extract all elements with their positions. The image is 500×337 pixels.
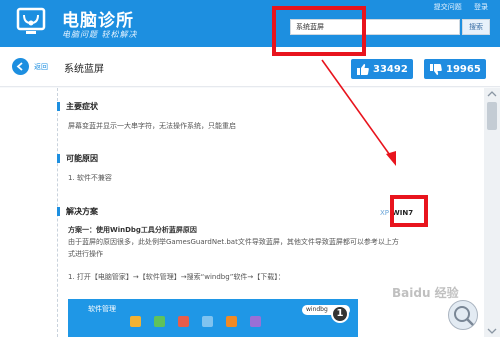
app-window: 电脑诊所 电脑问题 轻松解决 提交问题 登录 系统蓝屏 搜索 返回 系统蓝屏 3… — [0, 0, 500, 337]
annotation-arrow-icon — [321, 59, 396, 166]
